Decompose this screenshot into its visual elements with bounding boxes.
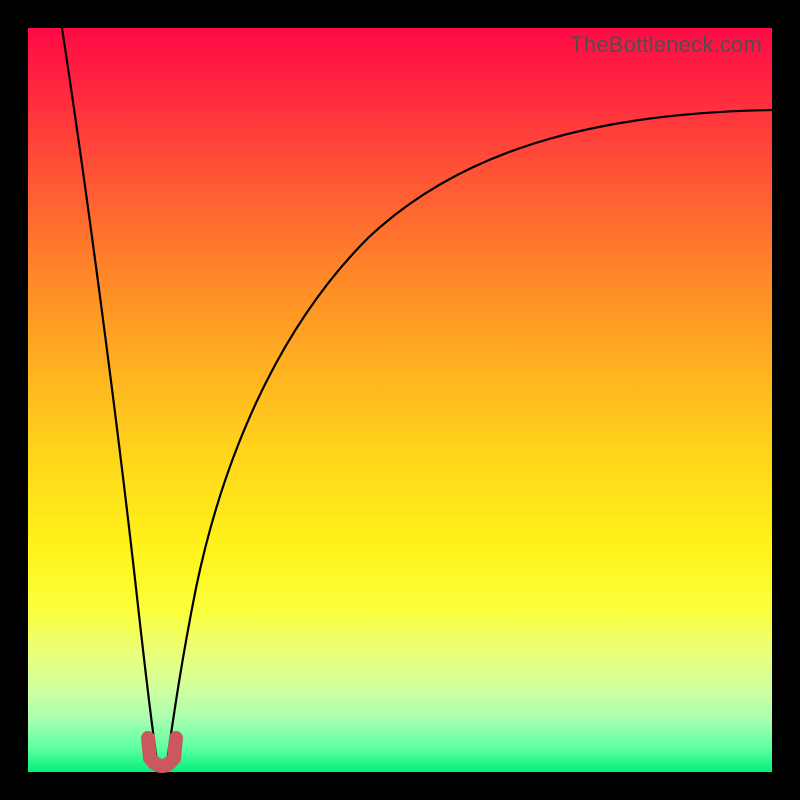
curve-right-branch [166,110,772,768]
chart-plot-area: TheBottleneck.com [28,28,772,772]
chart-frame: TheBottleneck.com [0,0,800,800]
optimal-point-marker [148,738,176,766]
chart-svg [28,28,772,772]
curve-left-branch [62,28,158,768]
